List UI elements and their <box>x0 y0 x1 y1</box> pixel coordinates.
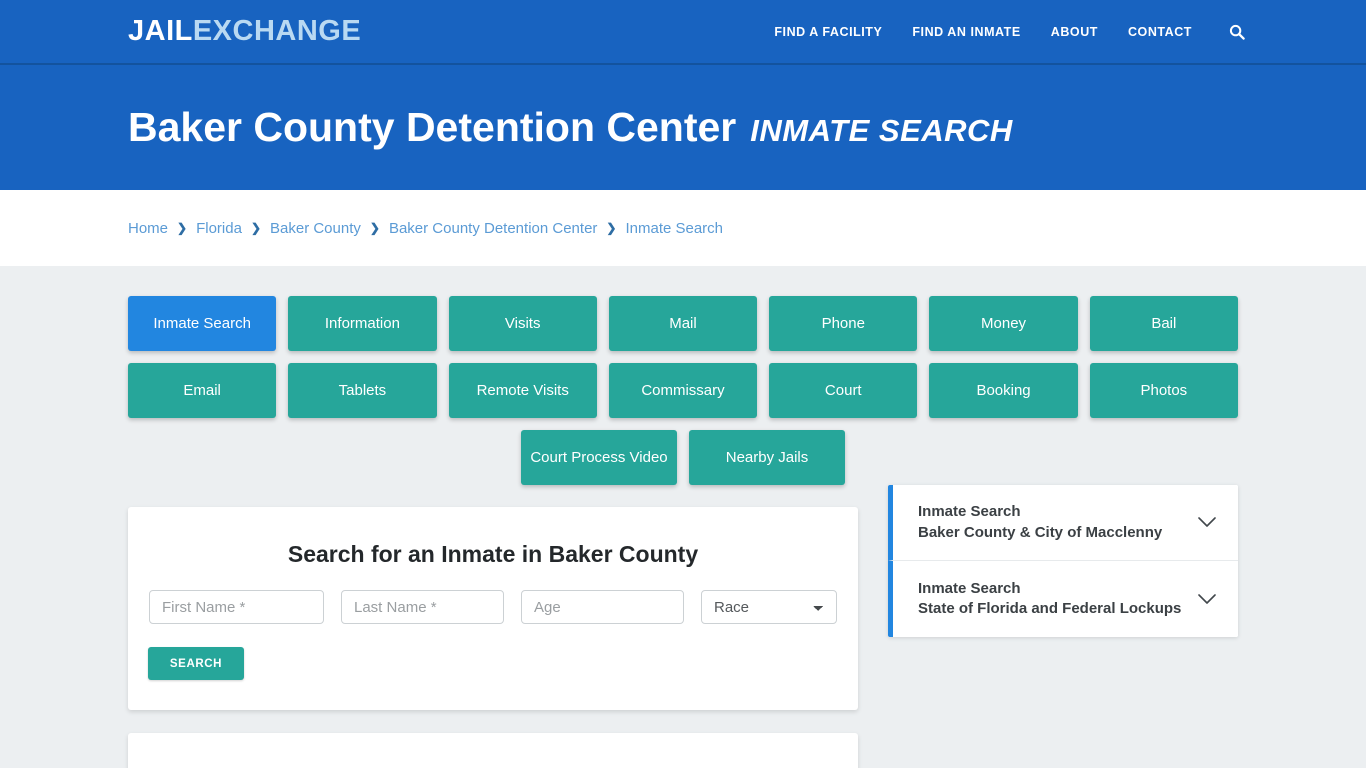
breadcrumb-item-baker-county[interactable]: Baker County <box>270 220 361 237</box>
tab-mail[interactable]: Mail <box>608 296 758 351</box>
nav-item-contact[interactable]: CONTACT <box>1128 25 1192 39</box>
left-column: Search for an Inmate in Baker County Rac… <box>128 507 858 768</box>
site-logo[interactable]: JAILEXCHANGE <box>128 17 361 46</box>
accordion-item-baker-county[interactable]: Inmate Search Baker County & City of Mac… <box>888 485 1238 561</box>
accordion-item-text: Inmate Search Baker County & City of Mac… <box>918 502 1186 543</box>
tab-booking[interactable]: Booking <box>929 363 1078 418</box>
search-card-heading: Search for an Inmate in Baker County <box>287 541 699 567</box>
search-icon[interactable] <box>1226 21 1248 43</box>
accordion-item-title: Inmate Search <box>918 503 1021 521</box>
tab-commissary[interactable]: Commissary <box>608 363 758 418</box>
secondary-card <box>128 733 858 768</box>
page-title: Baker County Detention Center <box>128 103 737 150</box>
chevron-down-icon[interactable] <box>1196 512 1218 534</box>
tab-court-process-video[interactable]: Court Process Video <box>521 430 677 485</box>
inmate-search-card: Search for an Inmate in Baker County Rac… <box>128 507 858 710</box>
tab-inmate-search[interactable]: Inmate Search <box>128 296 277 351</box>
breadcrumb: Home ❯ Florida ❯ Baker County ❯ Baker Co… <box>128 220 723 237</box>
page-subtitle: Inmate Search <box>750 112 1013 148</box>
tab-nearby-jails[interactable]: Nearby Jails <box>689 430 845 485</box>
nav-item-find-an-inmate[interactable]: FIND AN INMATE <box>912 25 1020 39</box>
nav-item-about[interactable]: ABOUT <box>1051 25 1098 39</box>
breadcrumb-separator-icon: ❯ <box>369 221 380 235</box>
breadcrumb-item-florida[interactable]: Florida <box>196 220 242 237</box>
accordion-item-subtitle: Baker County & City of Macclenny <box>918 523 1163 541</box>
age-input[interactable] <box>521 590 684 624</box>
tab-remote-visits[interactable]: Remote Visits <box>448 363 597 418</box>
logo-jail-text: JAIL <box>128 15 193 47</box>
search-button[interactable]: SEARCH <box>148 647 244 680</box>
tab-visits[interactable]: Visits <box>448 296 597 351</box>
tab-email[interactable]: Email <box>128 363 277 418</box>
breadcrumb-item-home[interactable]: Home <box>128 220 168 237</box>
chevron-down-icon[interactable] <box>1196 588 1218 610</box>
main-content: Inmate Search Information Visits Mail Ph… <box>0 266 1366 768</box>
accordion-item-subtitle: State of Florida and Federal Lockups <box>918 600 1182 617</box>
facility-tabs-row-2: Email Tablets Remote Visits Commissary C… <box>128 363 1238 418</box>
accordion-item-title: Inmate Search <box>918 579 1021 597</box>
tab-photos[interactable]: Photos <box>1089 363 1238 418</box>
inmate-search-accordion: Inmate Search Baker County & City of Mac… <box>888 485 1238 637</box>
content-columns: Search for an Inmate in Baker County Rac… <box>128 485 1238 768</box>
breadcrumb-separator-icon: ❯ <box>250 221 261 235</box>
site-header: JAILEXCHANGE FIND A FACILITY FIND AN INM… <box>0 0 1366 65</box>
tab-tablets[interactable]: Tablets <box>288 363 437 418</box>
page-hero: Baker County Detention Center Inmate Sea… <box>0 65 1366 190</box>
facility-tabs-row-3: Court Process Video Nearby Jails <box>128 430 1238 485</box>
nav-item-find-a-facility[interactable]: FIND A FACILITY <box>774 25 882 39</box>
facility-tabs-row-1: Inmate Search Information Visits Mail Ph… <box>128 296 1238 351</box>
tab-bail[interactable]: Bail <box>1089 296 1238 351</box>
tab-information[interactable]: Information <box>288 296 437 351</box>
breadcrumb-item-current: Inmate Search <box>625 219 724 237</box>
search-fields-row: Race <box>148 590 838 624</box>
race-select[interactable]: Race <box>701 590 837 624</box>
first-name-input[interactable] <box>149 590 324 624</box>
breadcrumb-separator-icon: ❯ <box>606 221 617 235</box>
tab-money[interactable]: Money <box>929 296 1078 351</box>
breadcrumb-separator-icon: ❯ <box>177 221 188 235</box>
breadcrumb-bar: Home ❯ Florida ❯ Baker County ❯ Baker Co… <box>0 190 1366 266</box>
accordion-item-state-of-florida[interactable]: Inmate Search State of Florida and Feder… <box>888 561 1238 637</box>
logo-exchange-text: EXCHANGE <box>192 15 362 47</box>
accordion-item-text: Inmate Search State of Florida and Feder… <box>918 579 1186 620</box>
right-column: Inmate Search Baker County & City of Mac… <box>888 485 1238 637</box>
breadcrumb-item-baker-county-detention-center[interactable]: Baker County Detention Center <box>389 220 597 237</box>
last-name-input[interactable] <box>341 590 504 624</box>
tab-phone[interactable]: Phone <box>769 296 918 351</box>
tab-court[interactable]: Court <box>769 363 918 418</box>
main-navigation: FIND A FACILITY FIND AN INMATE ABOUT CON… <box>774 21 1248 43</box>
